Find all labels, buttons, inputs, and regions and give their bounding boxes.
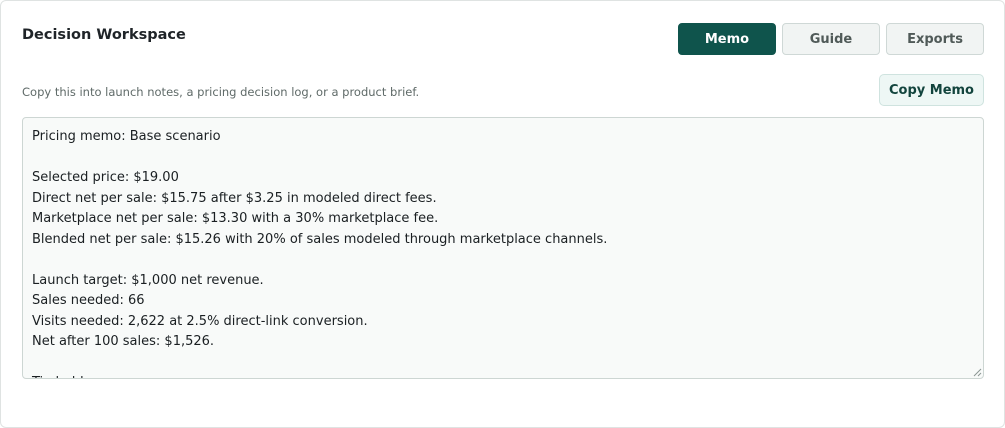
tab-guide[interactable]: Guide	[782, 23, 880, 55]
decision-workspace-panel: Decision Workspace Memo Guide Exports Co…	[0, 0, 1005, 428]
tab-memo[interactable]: Memo	[678, 23, 776, 55]
workspace-title: Decision Workspace	[22, 27, 186, 43]
workspace-subtitle: Copy this into launch notes, a pricing d…	[22, 85, 420, 99]
tab-exports[interactable]: Exports	[886, 23, 984, 55]
memo-textarea[interactable]: Pricing memo: Base scenario Selected pri…	[22, 117, 984, 379]
copy-memo-button[interactable]: Copy Memo	[879, 74, 984, 106]
workspace-tabs: Memo Guide Exports	[678, 23, 984, 55]
memo-content[interactable]: Pricing memo: Base scenario Selected pri…	[23, 118, 983, 378]
resize-grip-icon[interactable]	[973, 368, 982, 377]
